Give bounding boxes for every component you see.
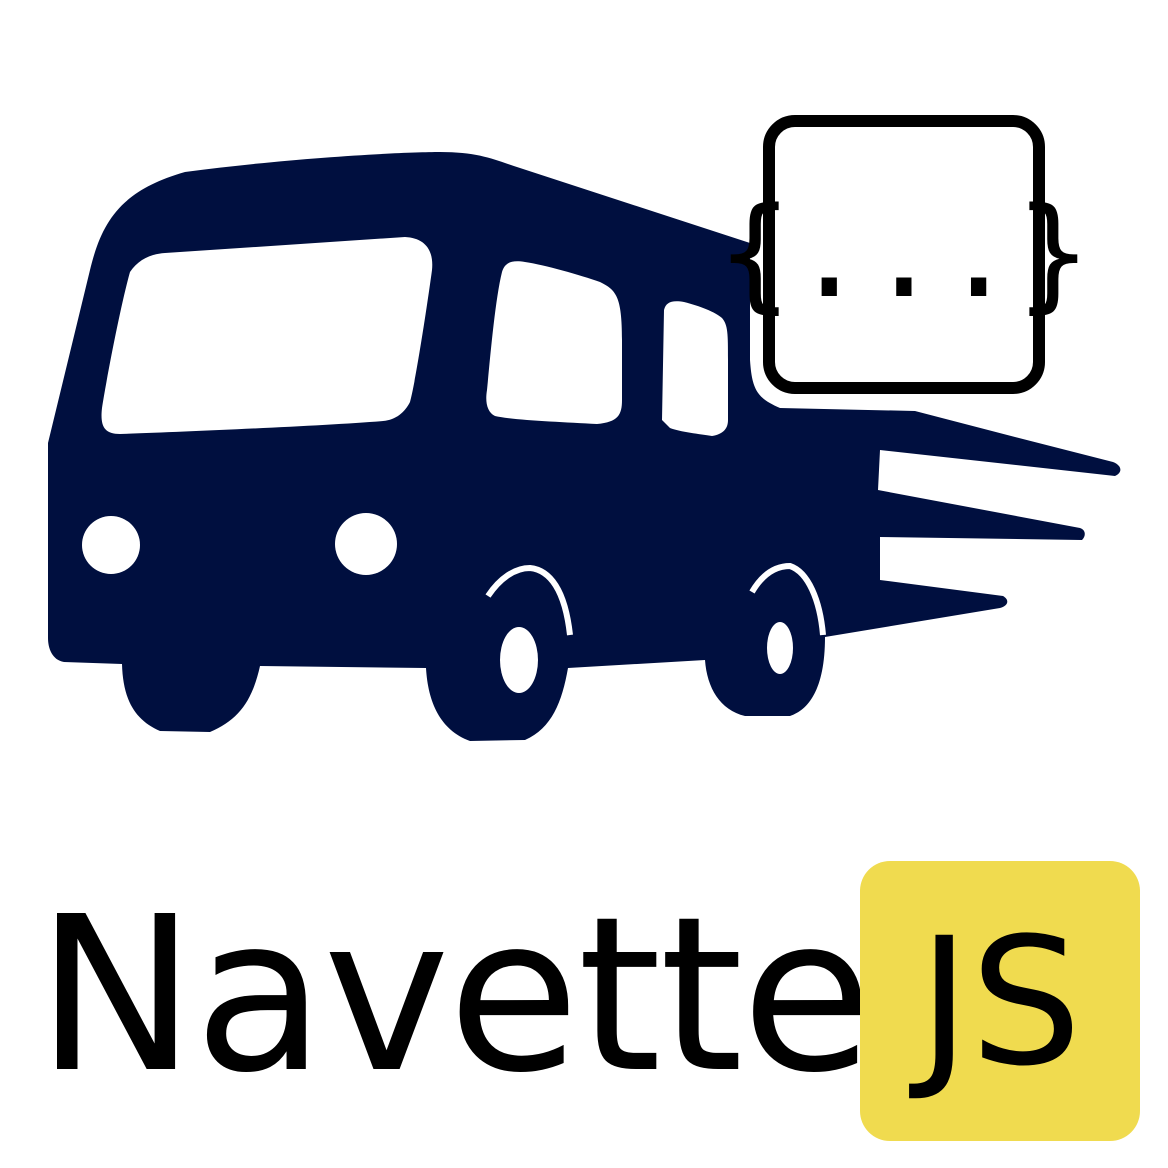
js-badge: JS (860, 861, 1140, 1141)
json-braces-icon: {...} (717, 115, 1091, 394)
js-badge-label: JS (918, 900, 1082, 1105)
logo-wordmark: Navette (36, 871, 873, 1120)
code-symbol: {...} (717, 182, 1090, 326)
